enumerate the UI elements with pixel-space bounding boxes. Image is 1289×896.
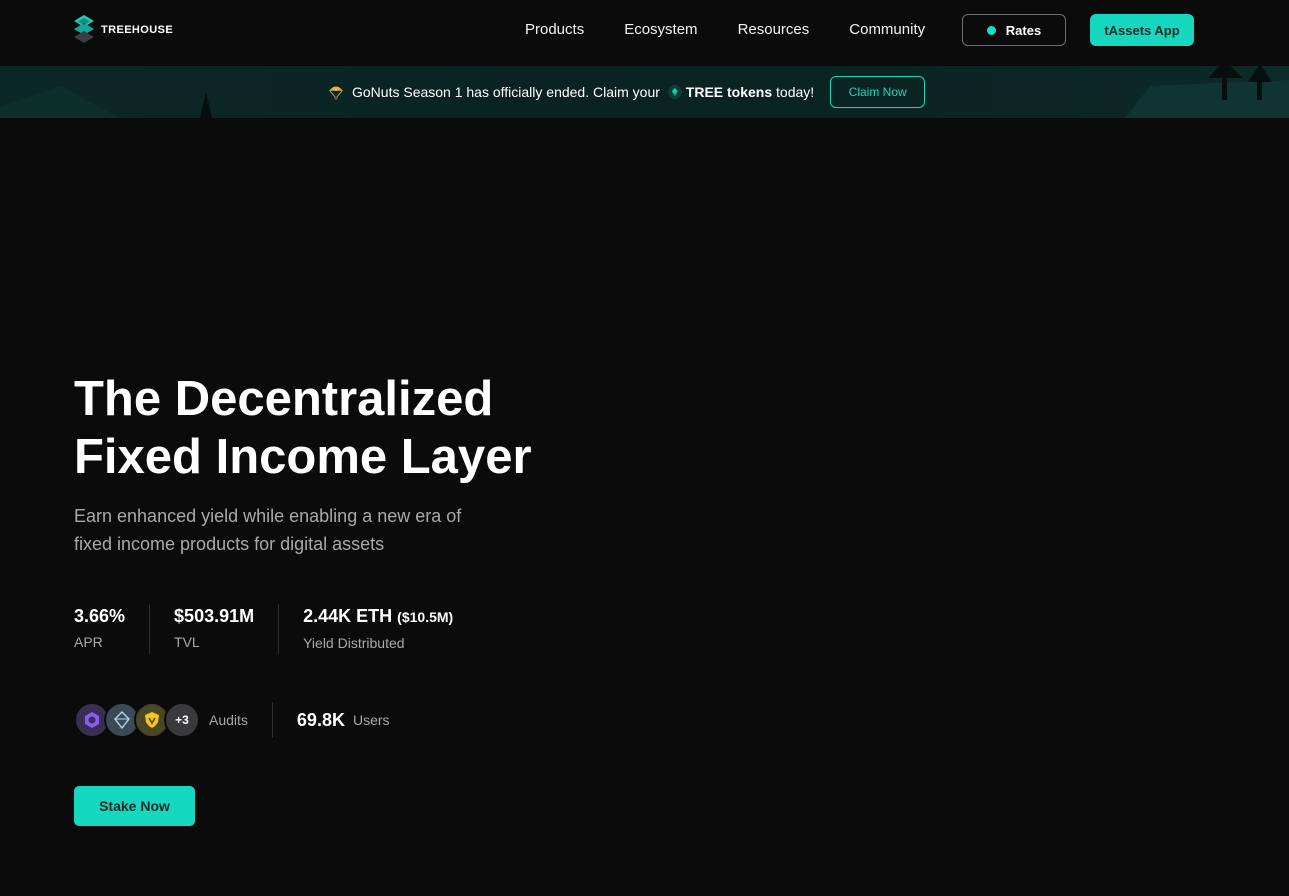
banner-text-before: GoNuts Season 1 has officially ended. Cl…	[352, 84, 660, 100]
nav-community[interactable]: Community	[849, 21, 925, 39]
audits-users-row: +3 Audits 69.8K Users	[74, 702, 390, 738]
brand-name: TREEHOUSE	[101, 24, 174, 36]
hero-subtitle: Earn enhanced yield while enabling a new…	[74, 502, 534, 558]
users-value: 69.8K	[296, 709, 345, 730]
shield-auditor-icon	[145, 712, 159, 728]
stat-tvl-value: $503.91M	[174, 606, 255, 626]
hero-subtitle-line2: fixed income products for digital assets	[74, 534, 385, 554]
stat-yield-value: 2.44K ETH ($10.5M)	[303, 604, 453, 629]
nav-links: Products Ecosystem Resources Community	[525, 21, 925, 39]
auditor-avatars: +3	[74, 702, 200, 738]
stat-apr: 3.66% APR	[74, 604, 151, 654]
rates-button[interactable]: Rates	[962, 14, 1066, 46]
nav-resources[interactable]: Resources	[738, 21, 810, 39]
banner-content: GoNuts Season 1 has officially ended. Cl…	[328, 76, 926, 108]
rates-label: Rates	[1005, 22, 1042, 38]
brand-logo[interactable]: TREEHOUSE	[74, 15, 173, 45]
stake-now-button[interactable]: Stake Now	[74, 786, 195, 826]
stat-apr-value: 3.66%	[74, 606, 126, 626]
stat-apr-label: APR	[74, 634, 103, 650]
hexagon-auditor-icon	[85, 712, 99, 728]
audits-label: Audits	[209, 712, 248, 728]
tree-token-icon	[667, 85, 682, 99]
users-label: Users	[352, 712, 390, 728]
banner-text-after: today!	[776, 84, 815, 100]
stat-yield-usd: ($10.5M)	[397, 609, 454, 625]
nav-products[interactable]: Products	[525, 21, 584, 39]
claim-now-button[interactable]: Claim Now	[830, 76, 926, 108]
stat-tvl-label: TVL	[174, 634, 200, 650]
more-auditors-badge[interactable]: +3	[164, 702, 200, 738]
hero-title-line1: The Decentralized	[74, 372, 494, 426]
nav-ecosystem[interactable]: Ecosystem	[624, 21, 697, 39]
treehouse-logo-icon	[74, 15, 94, 43]
stat-tvl: $503.91M TVL	[174, 604, 280, 654]
status-dot-icon	[986, 25, 996, 35]
hero-subtitle-line1: Earn enhanced yield while enabling a new…	[74, 506, 462, 526]
stat-yield: 2.44K ETH ($10.5M) Yield Distributed	[303, 604, 477, 654]
hero-title: The Decentralized Fixed Income Layer	[74, 370, 594, 486]
hero-title-line2: Fixed Income Layer	[74, 430, 532, 484]
banner-message: GoNuts Season 1 has officially ended. Cl…	[352, 84, 814, 100]
divider	[271, 702, 273, 738]
stats-row: 3.66% APR $503.91M TVL 2.44K ETH ($10.5M…	[74, 604, 501, 654]
stat-yield-amount: 2.44K ETH	[303, 606, 393, 626]
banner-token-text: TREE tokens	[685, 84, 773, 100]
announcement-banner: GoNuts Season 1 has officially ended. Cl…	[0, 66, 1289, 118]
stat-yield-label: Yield Distributed	[303, 635, 405, 651]
diamond-auditor-icon	[114, 711, 130, 729]
top-nav: TREEHOUSE Products Ecosystem Resources C…	[0, 0, 1289, 66]
tassets-app-button[interactable]: tAssets App	[1090, 14, 1194, 46]
parachute-icon	[329, 86, 343, 100]
